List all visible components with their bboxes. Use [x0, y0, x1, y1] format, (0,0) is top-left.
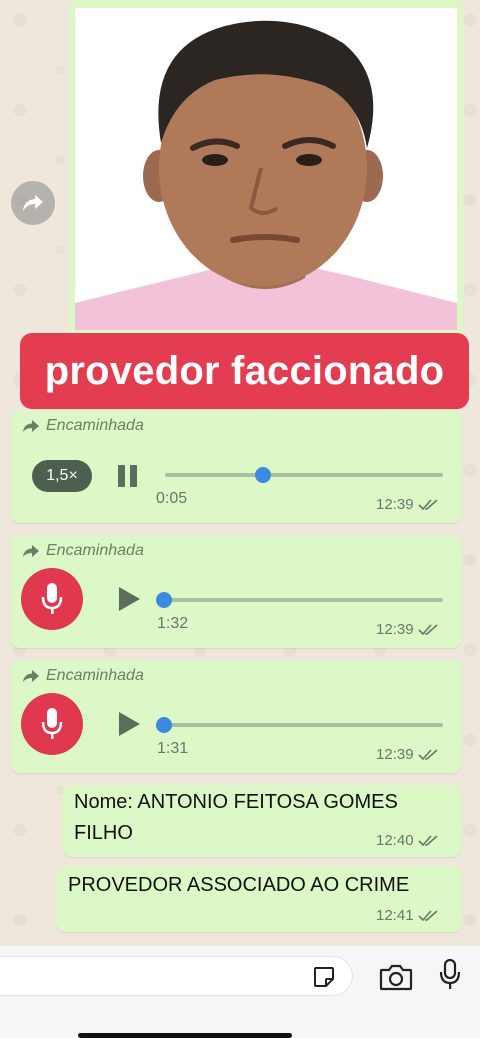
time-label: 12:39: [376, 621, 414, 638]
message-line: FILHO: [74, 822, 133, 844]
double-check-icon: [417, 834, 438, 846]
time-label: 12:39: [376, 746, 414, 763]
forwarded-indicator: Encaminhada: [22, 417, 144, 435]
audio-progress-knob[interactable]: [156, 717, 172, 733]
audio-duration: 1:32: [157, 615, 189, 632]
forwarded-label: Encaminhada: [46, 667, 144, 684]
double-check-icon: [417, 748, 438, 760]
audio-progress-track[interactable]: [165, 473, 443, 477]
time-label: 12:41: [376, 907, 414, 924]
voice-note-avatar: [21, 568, 83, 630]
forward-icon: [23, 195, 43, 211]
audio-elapsed: 0:05: [156, 490, 188, 507]
message-time: 12:41: [376, 907, 438, 924]
message-time: 12:40: [376, 832, 438, 849]
text-message-bubble[interactable]: Nome: ANTONIO FEITOSA GOMES FILHO 12:40: [62, 785, 462, 857]
double-check-icon: [417, 498, 438, 510]
message-text: Nome: ANTONIO FEITOSA GOMES FILHO: [74, 787, 398, 849]
forwarded-photo[interactable]: [75, 8, 457, 330]
forward-icon: [23, 420, 39, 432]
forwarded-indicator: Encaminhada: [22, 542, 144, 560]
microphone-icon: [41, 708, 63, 739]
image-caption: provedor faccionado: [20, 333, 469, 409]
caption-text: provedor faccionado: [44, 348, 445, 393]
voice-message-bubble[interactable]: Encaminhada 1:31 12:39: [10, 660, 462, 773]
forward-button[interactable]: [11, 181, 55, 225]
message-line: Nome: ANTONIO FEITOSA GOMES: [74, 791, 398, 813]
audio-progress-track[interactable]: [165, 723, 443, 727]
forwarded-indicator: Encaminhada: [22, 667, 144, 685]
forwarded-label: Encaminhada: [46, 417, 144, 434]
forwarded-label: Encaminhada: [46, 542, 144, 559]
voice-message-bubble[interactable]: Encaminhada 1,5× 0:05 12:39: [10, 410, 462, 523]
audio-progress-knob[interactable]: [156, 592, 172, 608]
message-input[interactable]: [0, 956, 353, 996]
text-message-bubble[interactable]: PROVEDOR ASSOCIADO AO CRIME 12:41: [56, 866, 462, 932]
audio-progress-track[interactable]: [165, 598, 443, 602]
voice-note-avatar: [21, 693, 83, 755]
forward-icon: [23, 545, 39, 557]
play-icon[interactable]: [119, 712, 140, 736]
camera-icon[interactable]: [379, 963, 413, 991]
pause-icon[interactable]: [117, 465, 139, 487]
audio-duration: 1:31: [157, 740, 189, 757]
message-input-bar: [0, 946, 480, 1038]
microphone-icon[interactable]: [439, 959, 461, 991]
time-label: 12:39: [376, 496, 414, 513]
message-text: PROVEDOR ASSOCIADO AO CRIME: [68, 874, 410, 896]
sticker-icon[interactable]: [312, 965, 336, 989]
home-indicator: [78, 1033, 292, 1038]
double-check-icon: [417, 623, 438, 635]
message-time: 12:39: [376, 746, 438, 763]
voice-message-bubble[interactable]: Encaminhada 1:32 12:39: [10, 535, 462, 648]
speed-label: 1,5×: [46, 467, 78, 484]
playback-speed-button[interactable]: 1,5×: [32, 460, 92, 492]
audio-progress-knob[interactable]: [255, 467, 271, 483]
play-icon[interactable]: [119, 587, 140, 611]
message-time: 12:39: [376, 621, 438, 638]
time-label: 12:40: [376, 832, 414, 849]
portrait-image: [75, 8, 457, 330]
message-time: 12:39: [376, 496, 438, 513]
forward-icon: [23, 670, 39, 682]
double-check-icon: [417, 909, 438, 921]
microphone-icon: [41, 583, 63, 614]
